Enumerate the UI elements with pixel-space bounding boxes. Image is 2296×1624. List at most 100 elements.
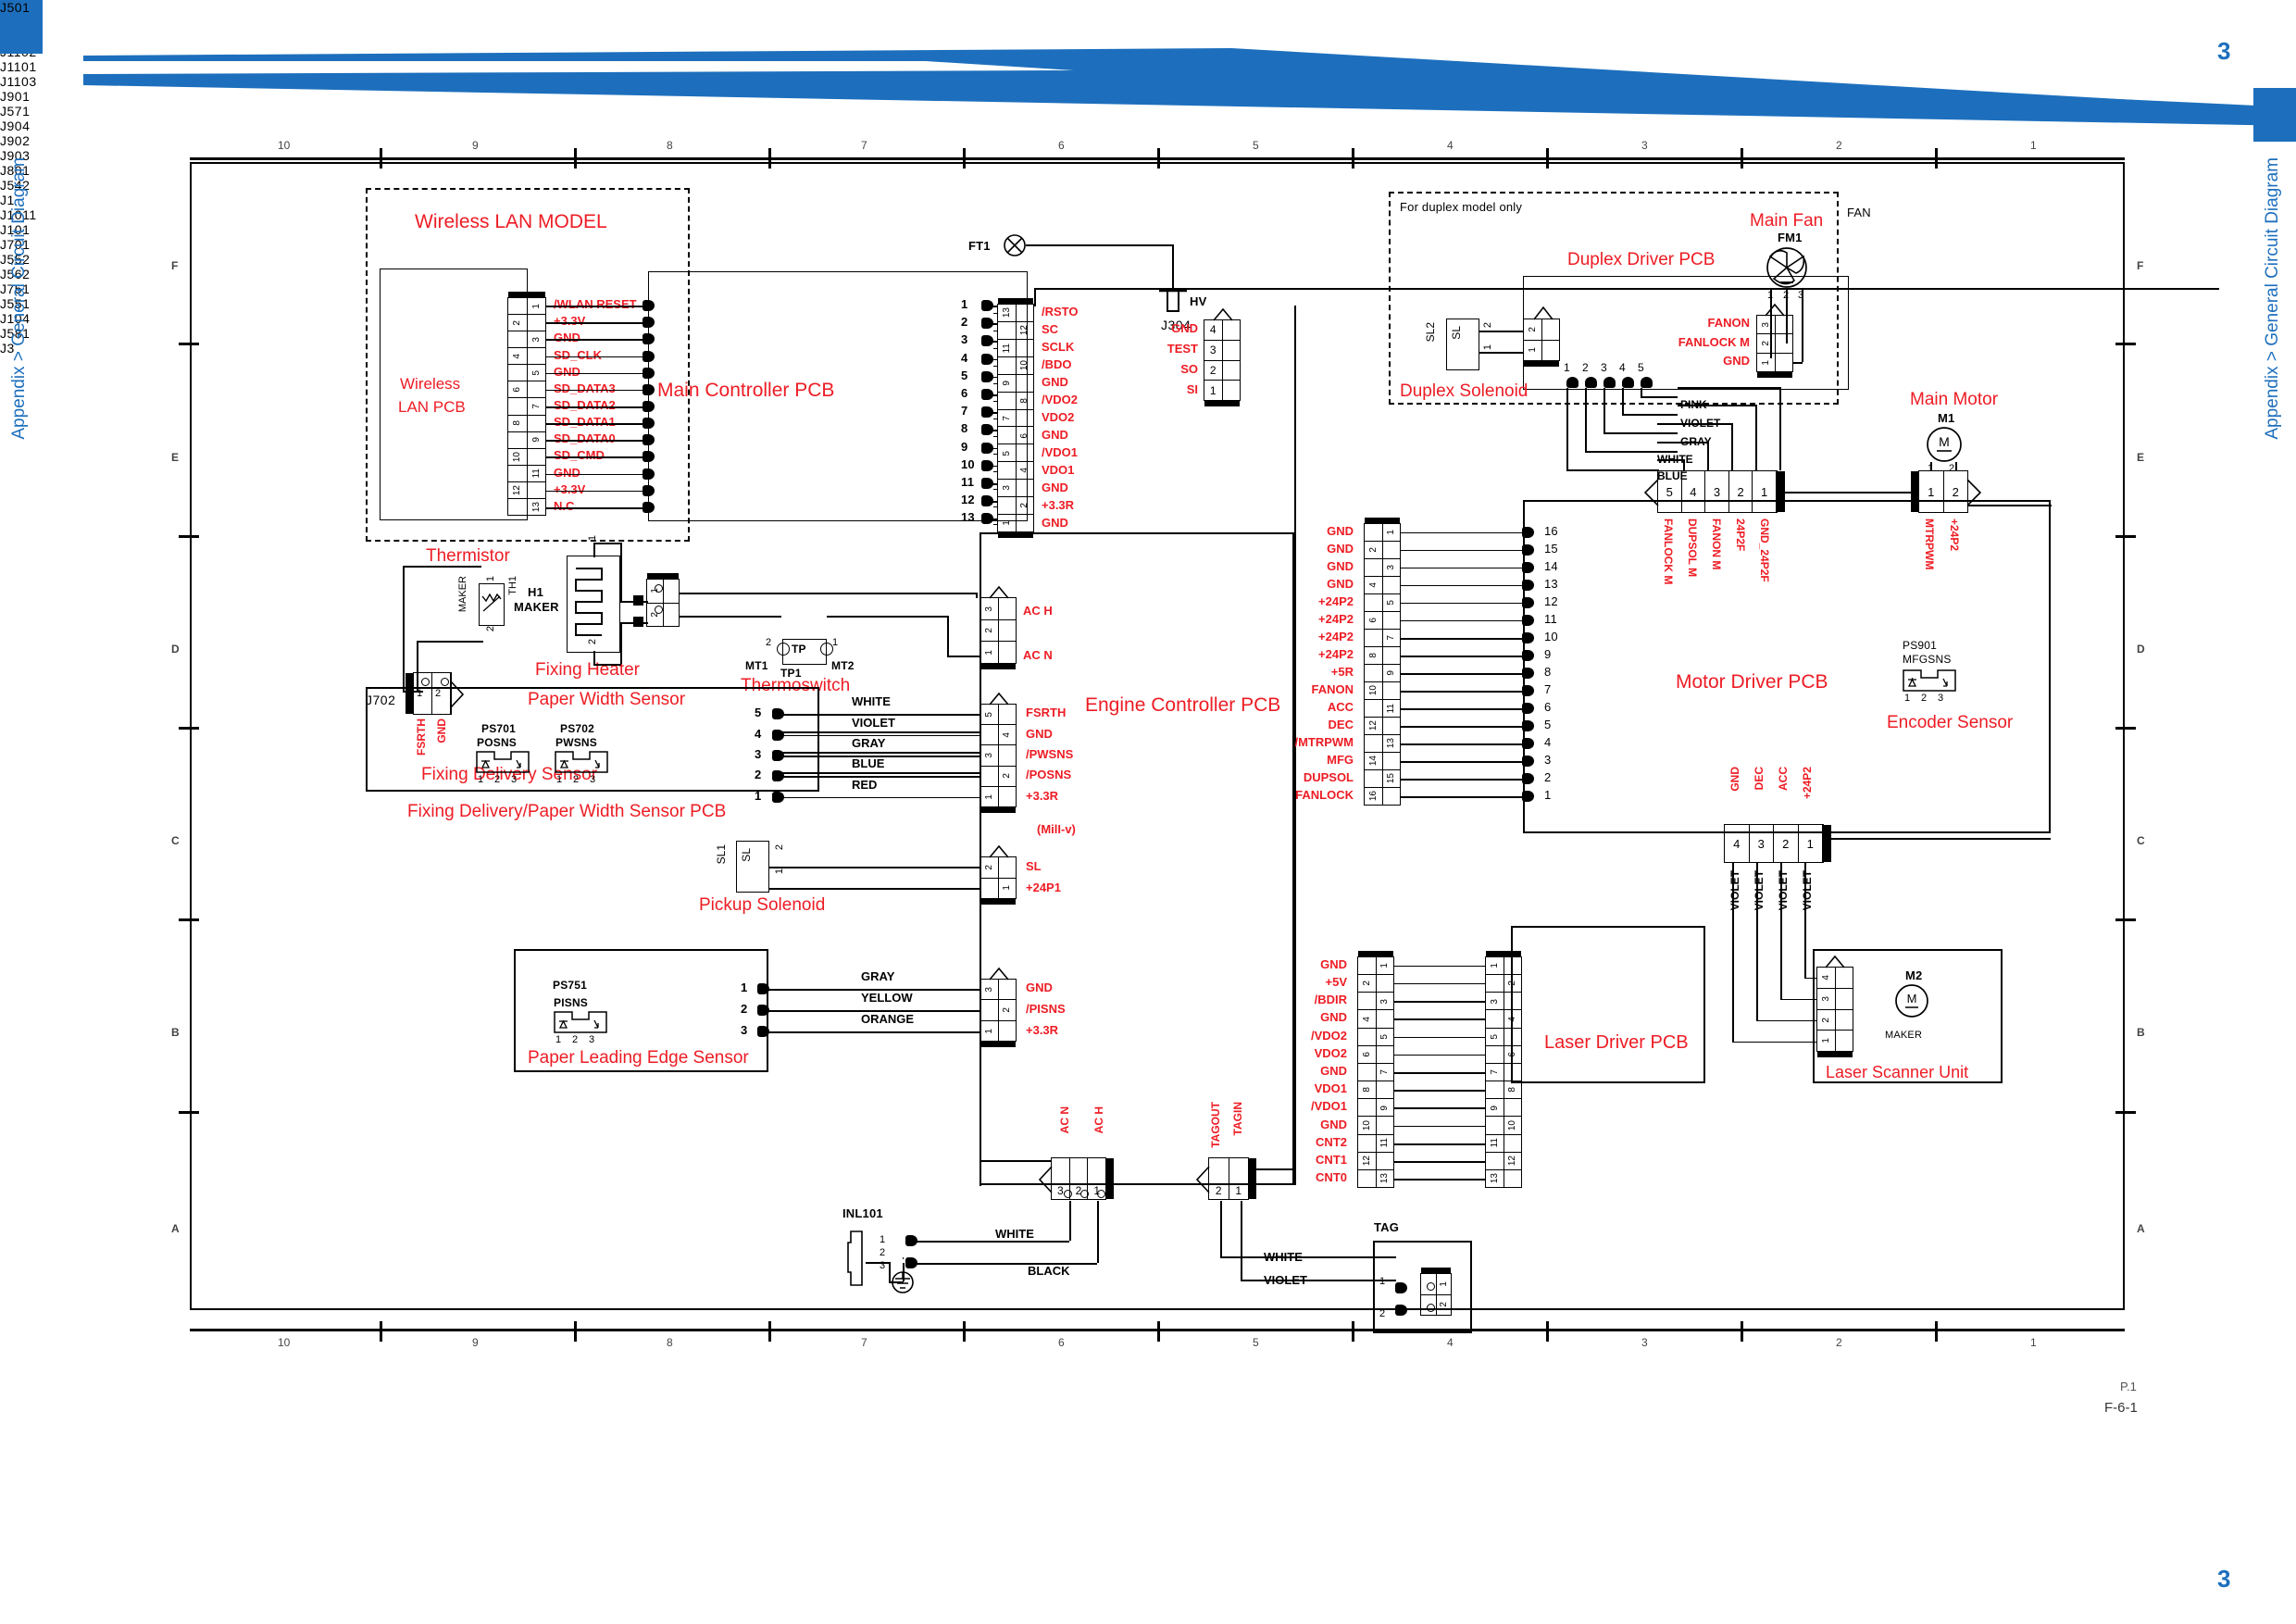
connector-j903[interactable]: 4321 bbox=[1724, 824, 1831, 863]
fan-wire-1 bbox=[1793, 362, 1803, 364]
connector-j501-label: J501 bbox=[0, 0, 31, 15]
j542-signal-8: /VDO1 bbox=[1310, 1099, 1347, 1114]
connector-j902[interactable]: 12 bbox=[1911, 470, 1982, 513]
j1601-signal-1: +3.3V bbox=[554, 314, 586, 329]
j571-signal-6: +24P2 bbox=[1318, 629, 1354, 643]
j1601-signal-0: /WLAN RESET bbox=[554, 297, 637, 312]
j903-signal-0: GND bbox=[1728, 767, 1741, 792]
j901-pin-2: 14 bbox=[1544, 558, 1558, 573]
dynamic-wiring-layer: /WLAN RESET +3.3V GND SD_CLK GND SD_DATA3 SD_D… bbox=[0, 0, 2296, 1624]
j571-signal-1: GND bbox=[1327, 541, 1354, 556]
j551-signal-0: GND bbox=[1026, 981, 1053, 995]
j1601-signal-5: SD_DATA3 bbox=[554, 381, 616, 395]
j542-j801-wire-6 bbox=[1394, 1072, 1485, 1074]
j562-signal-1: +24P1 bbox=[1026, 880, 1061, 894]
j571-signal-10: ACC bbox=[1327, 700, 1354, 715]
j1101-v3 bbox=[1603, 388, 1605, 433]
j901-term-3 bbox=[1522, 579, 1534, 591]
j1503-pin-8: 9 bbox=[961, 439, 968, 454]
j901-pin-11: 5 bbox=[1544, 718, 1552, 732]
j542-j801-wire-0 bbox=[1394, 965, 1485, 968]
h1-pin-2: 2 bbox=[587, 639, 598, 645]
j901-pin-9: 7 bbox=[1544, 682, 1552, 697]
j1601-signal-3: SD_CLK bbox=[554, 347, 603, 362]
main-controller-term-5 bbox=[643, 383, 655, 395]
j1503-pin-2: 3 bbox=[961, 332, 968, 347]
j901-pin-3: 13 bbox=[1544, 576, 1558, 591]
j571-j901-wire-5 bbox=[1401, 619, 1523, 622]
tp1-pin-2: 2 bbox=[766, 637, 772, 648]
j1101-term-1 bbox=[1585, 377, 1597, 388]
j901-pin-5: 11 bbox=[1544, 611, 1557, 626]
j1011-term-2 bbox=[633, 617, 643, 627]
j1503-j531-wire-8 bbox=[992, 447, 997, 450]
j904-signal-4: GND_24P2F bbox=[1758, 518, 1771, 582]
mt1-terminal bbox=[777, 643, 790, 656]
j902-signal-1: +24P2 bbox=[1948, 518, 1961, 552]
j542-j801-wire-10 bbox=[1394, 1143, 1485, 1145]
j571-signal-2: GND bbox=[1327, 558, 1354, 573]
j1503-pin-9: 10 bbox=[961, 456, 975, 471]
j542-signal-10: CNT2 bbox=[1316, 1134, 1347, 1149]
j904-signal-2: FANON M bbox=[1710, 518, 1723, 570]
j1101-pin-0: 1 bbox=[1564, 361, 1570, 374]
j901-pin-15: 1 bbox=[1544, 788, 1552, 803]
j903-pin-1: 3 bbox=[1750, 825, 1774, 862]
sl2-pin-2: 2 bbox=[1482, 322, 1493, 329]
j1101-h4 bbox=[1622, 414, 1678, 416]
j702-contact-1 bbox=[421, 678, 430, 686]
j903-j1-h-3 bbox=[1732, 1041, 1816, 1043]
j901-pin-8: 8 bbox=[1544, 665, 1552, 680]
j551-signal-2: +3.3R bbox=[1026, 1022, 1059, 1037]
j701-pin-1: 4 bbox=[755, 726, 762, 741]
h1-top-v bbox=[620, 543, 622, 601]
j1103-signal-2: GND bbox=[1723, 354, 1750, 369]
j1101-pin-4: 5 bbox=[1638, 361, 1644, 374]
j1601-wire-5 bbox=[546, 389, 648, 392]
engine-pcb-left-bus bbox=[1294, 306, 1296, 535]
j1503-pin-7: 8 bbox=[961, 421, 968, 436]
j701-pin-2: 3 bbox=[755, 747, 762, 761]
j901-term-2 bbox=[1522, 561, 1534, 573]
j901-term-9 bbox=[1522, 685, 1534, 697]
j531-signal-7: GND bbox=[1042, 427, 1068, 442]
j571-j901-wire-0 bbox=[1401, 531, 1523, 534]
j1601-wire-3 bbox=[546, 356, 648, 358]
connector-j904[interactable]: 54321 bbox=[1643, 470, 1785, 513]
j901-pin-1: 15 bbox=[1544, 541, 1558, 556]
j902-pin-1: 2 bbox=[1952, 484, 1959, 499]
j531-signal-12: GND bbox=[1042, 515, 1068, 530]
j542-j801-wire-9 bbox=[1394, 1125, 1485, 1128]
j1503-pin-12: 13 bbox=[961, 510, 975, 525]
j531-stub-7 bbox=[993, 435, 997, 438]
connector-j501[interactable]: 4321 bbox=[1204, 307, 1241, 406]
j1011-term-1 bbox=[633, 595, 643, 606]
j542-signal-6: GND bbox=[1320, 1064, 1347, 1078]
j531-stub-3 bbox=[993, 365, 997, 368]
j1503-pin-4: 5 bbox=[961, 368, 968, 382]
j701-pin-4: 1 bbox=[755, 788, 762, 803]
j531-signal-0: /RSTO bbox=[1042, 304, 1079, 319]
j542-j801-wire-3 bbox=[1394, 1018, 1485, 1020]
j903-j1-h-1 bbox=[1780, 998, 1816, 1001]
j501-signal-3: SI bbox=[1186, 382, 1198, 396]
j1101-h2 bbox=[1585, 451, 1678, 453]
j531-signal-1: SC bbox=[1042, 321, 1059, 336]
j501-signal-0: GND bbox=[1171, 321, 1198, 335]
j904-pin-4: 1 bbox=[1753, 471, 1777, 512]
j542-signal-1: +5V bbox=[1325, 974, 1348, 989]
j542-signal-9: GND bbox=[1320, 1117, 1347, 1131]
j1601-wire-4 bbox=[546, 372, 648, 375]
j901-pin-13: 3 bbox=[1544, 753, 1552, 768]
j571-j901-wire-12 bbox=[1401, 743, 1523, 745]
j701-pin-0: 5 bbox=[755, 706, 762, 720]
j902-pin-0: 1 bbox=[1919, 471, 1944, 512]
j1101-v2 bbox=[1585, 388, 1587, 452]
j1503-j531-wire-10 bbox=[992, 483, 997, 485]
j1601-wire-12 bbox=[546, 506, 648, 509]
j1101-pin-3: 4 bbox=[1619, 361, 1626, 374]
j1101-v4 bbox=[1622, 388, 1624, 415]
j542-signal-5: VDO2 bbox=[1314, 1045, 1347, 1060]
main-controller-term-10 bbox=[643, 468, 655, 480]
j1601-signal-6: SD_DATA2 bbox=[554, 398, 616, 412]
